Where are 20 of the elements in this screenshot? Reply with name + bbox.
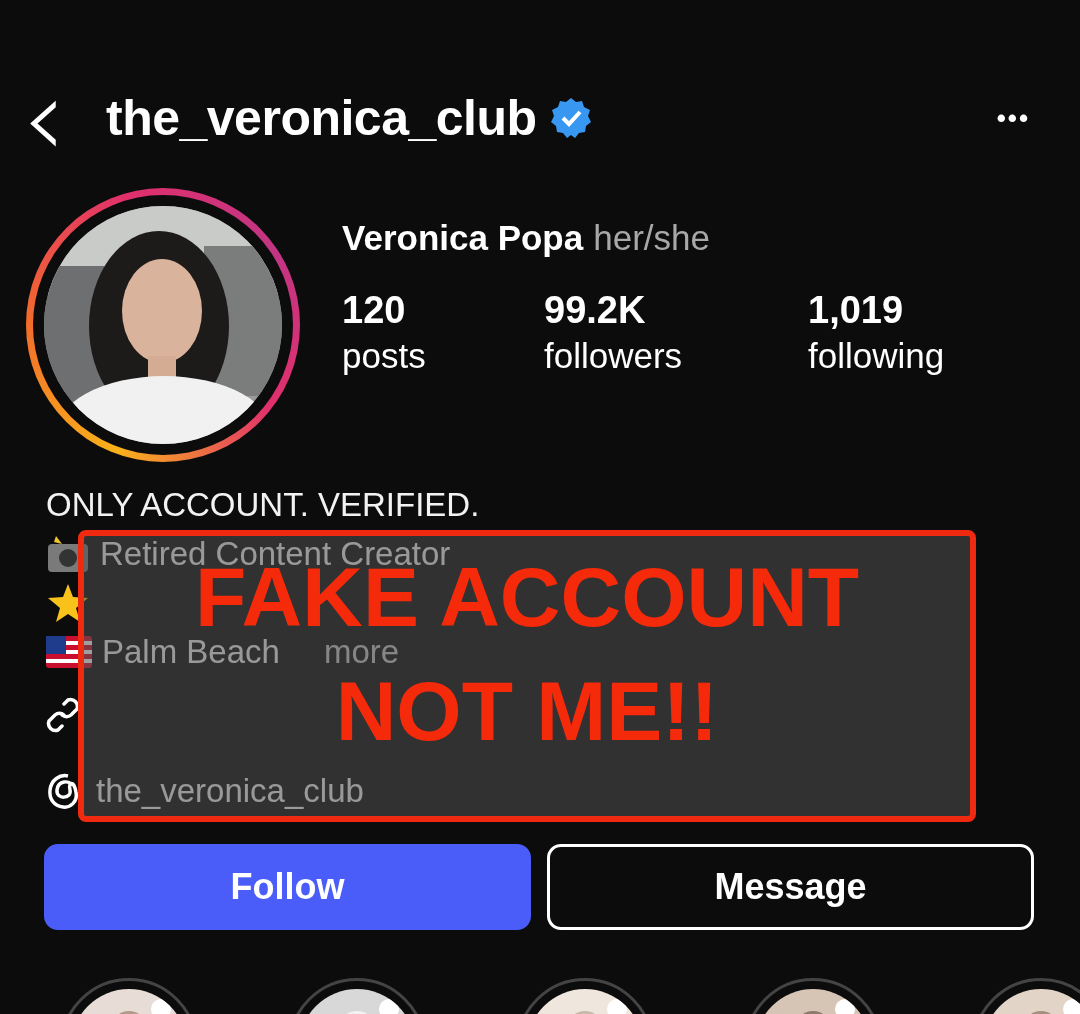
stat-count: 1,019 <box>808 287 905 333</box>
stat-count: 120 <box>342 287 407 333</box>
stat-label: posts <box>342 334 427 377</box>
stat-label: following <box>808 334 946 377</box>
threads-link[interactable]: the_veronica_club <box>96 773 364 809</box>
bio-text: ONLY ACCOUNT. VERIFIED. <box>46 486 480 523</box>
message-button[interactable]: Message <box>547 844 1034 930</box>
bio-text: Palm Beach <box>102 633 280 670</box>
flag-icon <box>46 635 92 668</box>
stat-count: 99.2K <box>544 287 647 333</box>
display-name: Veronica Popa <box>342 217 584 259</box>
pronouns: her/she <box>593 217 710 259</box>
back-button[interactable]: ‹ <box>22 78 66 158</box>
username: the_veronica_club <box>106 88 537 148</box>
follow-button[interactable]: Follow <box>44 844 531 930</box>
stat-label: followers <box>544 334 684 377</box>
warning-text: NOT ME!! <box>335 680 719 742</box>
link-icon <box>46 696 80 734</box>
more-link[interactable]: more <box>323 633 400 670</box>
more-button[interactable]: ••• <box>996 98 1030 138</box>
